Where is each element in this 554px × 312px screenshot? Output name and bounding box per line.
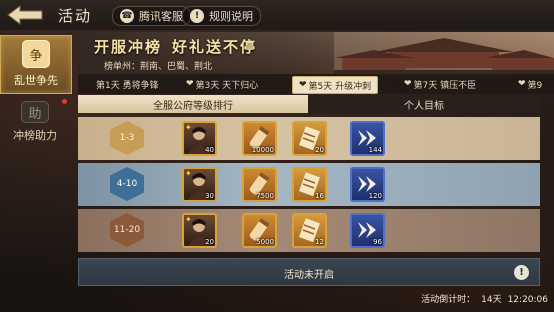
speedup-reward-item[interactable]: 120 bbox=[350, 167, 385, 202]
page-title: 活动 bbox=[58, 7, 93, 25]
item-count: 20 bbox=[205, 238, 214, 246]
star-icon: ✦ bbox=[185, 123, 192, 132]
item-count: 10000 bbox=[251, 146, 274, 154]
item-count: 16 bbox=[315, 192, 324, 200]
hero-reward-item[interactable]: ✦ 40 bbox=[182, 121, 217, 156]
tab-day5[interactable]: ❤ 第5天 升级冲刺 bbox=[292, 76, 379, 94]
banner-title: 开服冲榜 好礼送不停 bbox=[94, 36, 257, 57]
info-icon: ! bbox=[190, 9, 204, 23]
rank-badge: 1-3 bbox=[110, 121, 144, 155]
event-banner: 开服冲榜 好礼送不停 榜单州：荆南、巴蜀、荆北 bbox=[78, 32, 554, 74]
tab-server-ranking[interactable]: 全服公府等级排行 bbox=[78, 95, 308, 113]
hero-reward-item[interactable]: ✦ 20 bbox=[182, 213, 217, 248]
seal-icon: 争 bbox=[22, 40, 50, 68]
item-count: 144 bbox=[368, 146, 382, 154]
item-count: 40 bbox=[205, 146, 214, 154]
rules-button[interactable]: ! 规则说明 bbox=[182, 6, 261, 26]
reward-row: 1-3 ✦ 40 10000 20 144 bbox=[78, 117, 540, 160]
hero-reward-item[interactable]: ✦ 30 bbox=[182, 167, 217, 202]
item-count: 120 bbox=[368, 192, 382, 200]
tab-day9[interactable]: ❤ 第9 bbox=[518, 76, 542, 92]
star-icon: ✦ bbox=[185, 169, 192, 178]
book-reward-item[interactable]: 12 bbox=[292, 213, 327, 248]
banner-title-right: 好礼送不停 bbox=[172, 38, 258, 56]
tab-label: 第5天 升级冲刺 bbox=[308, 81, 372, 92]
tab-label: 个人目标 bbox=[404, 100, 444, 112]
heart-icon: ❤ bbox=[186, 79, 194, 89]
heart-icon: ❤ bbox=[404, 79, 412, 89]
banner-title-left: 开服冲榜 bbox=[94, 38, 163, 56]
banner-subtitle: 榜单州：荆南、巴蜀、荆北 bbox=[104, 62, 213, 72]
event-status-bar: 活动未开启 ! bbox=[78, 258, 540, 286]
countdown-days: 14天 bbox=[481, 295, 502, 305]
tab-label: 第1天 勇将争锋 bbox=[96, 80, 159, 91]
customer-service-label: 腾讯客服 bbox=[139, 10, 183, 23]
back-button[interactable] bbox=[6, 3, 46, 27]
book-reward-item[interactable]: 20 bbox=[292, 121, 327, 156]
reward-row: 11-20 ✦ 20 5000 12 96 bbox=[78, 209, 540, 252]
scroll-reward-item[interactable]: 7500 bbox=[242, 167, 277, 202]
info-icon[interactable]: ! bbox=[514, 265, 529, 280]
item-count: 30 bbox=[205, 192, 214, 200]
tab-label: 第3天 天下归心 bbox=[195, 80, 259, 91]
tab-day7[interactable]: ❤ 第7天 镇压不臣 bbox=[404, 76, 476, 92]
heart-icon: ❤ bbox=[299, 80, 307, 90]
headset-icon: ☎ bbox=[120, 9, 134, 23]
heart-icon: ❤ bbox=[518, 79, 526, 89]
item-count: 12 bbox=[315, 238, 324, 246]
tab-label: 第7天 镇压不臣 bbox=[413, 80, 477, 91]
tab-personal-goal[interactable]: 个人目标 bbox=[308, 95, 540, 113]
sidebar-item-luanshi[interactable]: 争 乱世争先 bbox=[0, 35, 72, 94]
countdown-time: 12:20:06 bbox=[507, 295, 548, 305]
event-status-text: 活动未开启 bbox=[284, 270, 334, 281]
rules-label: 规则说明 bbox=[209, 10, 253, 23]
notification-dot bbox=[62, 99, 67, 104]
sidebar-item-label: 冲榜助力 bbox=[13, 129, 57, 142]
speedup-reward-item[interactable]: 96 bbox=[350, 213, 385, 248]
event-countdown: 活动倒计时： 14天 12:20:06 bbox=[421, 292, 548, 305]
customer-service-button[interactable]: ☎ 腾讯客服 bbox=[112, 6, 191, 26]
day-tabs: 第1天 勇将争锋 ❤ 第3天 天下归心 ❤ 第5天 升级冲刺 ❤ 第7天 镇压不… bbox=[78, 74, 554, 94]
speedup-reward-item[interactable]: 144 bbox=[350, 121, 385, 156]
item-count: 20 bbox=[315, 146, 324, 154]
rank-badge: 4-10 bbox=[110, 167, 144, 201]
seal-icon: 助 bbox=[21, 101, 49, 123]
reward-row: 4-10 ✦ 30 7500 16 120 bbox=[78, 163, 540, 206]
book-reward-item[interactable]: 16 bbox=[292, 167, 327, 202]
tab-day3[interactable]: ❤ 第3天 天下归心 bbox=[186, 76, 258, 92]
tab-label: 第9 bbox=[527, 80, 543, 91]
item-count: 7500 bbox=[256, 192, 274, 200]
item-count: 96 bbox=[373, 238, 382, 246]
sidebar-item-chongbang[interactable]: 助 冲榜助力 bbox=[0, 97, 70, 143]
scroll-reward-item[interactable]: 10000 bbox=[242, 121, 277, 156]
rank-badge: 11-20 bbox=[110, 213, 144, 247]
tab-label: 全服公府等级排行 bbox=[153, 100, 233, 112]
countdown-label: 活动倒计时： bbox=[421, 295, 476, 305]
sidebar-item-label: 乱世争先 bbox=[14, 74, 58, 87]
star-icon: ✦ bbox=[185, 215, 192, 224]
top-bar: 活动 ☎ 腾讯客服 ! 规则说明 bbox=[0, 0, 554, 30]
scroll-reward-item[interactable]: 5000 bbox=[242, 213, 277, 248]
palace-illustration bbox=[334, 32, 554, 74]
back-arrow-icon bbox=[7, 5, 43, 25]
tab-day1[interactable]: 第1天 勇将争锋 bbox=[96, 76, 159, 92]
item-count: 5000 bbox=[256, 238, 274, 246]
